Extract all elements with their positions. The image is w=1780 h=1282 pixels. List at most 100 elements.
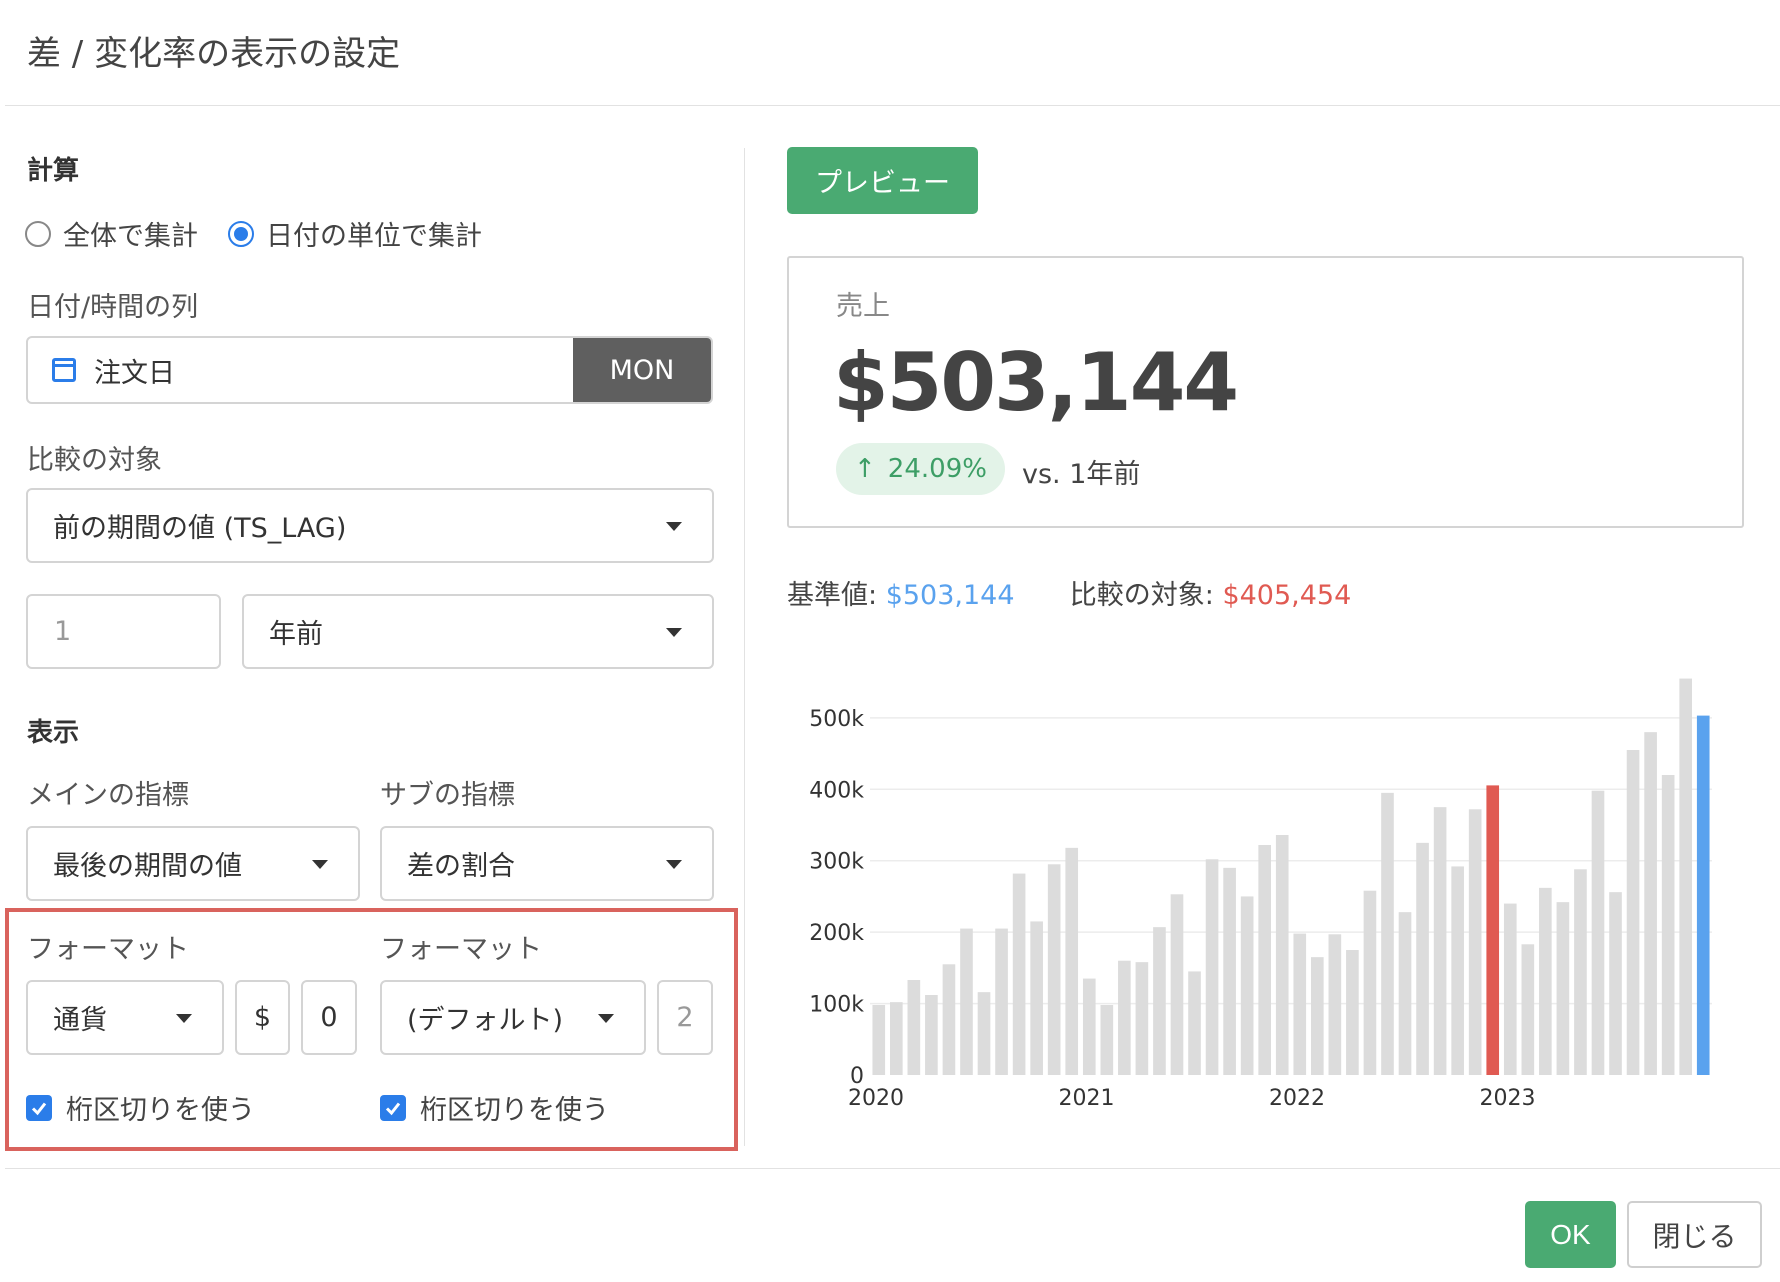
- main-format-label: フォーマット: [27, 934, 189, 965]
- chart-bar: [925, 995, 938, 1075]
- header-divider: [5, 105, 1780, 106]
- change-badge: ↑ 24.09%: [836, 443, 1005, 495]
- chart-bar: [1135, 962, 1149, 1075]
- chart-bar: [1644, 732, 1657, 1075]
- x-tick-label: 2022: [1269, 1086, 1325, 1111]
- main-format-value: 通貨: [53, 1005, 107, 1036]
- chart-bar: [907, 980, 921, 1075]
- chart-bar: [1679, 678, 1693, 1075]
- y-tick-label: 500k: [809, 707, 864, 732]
- sub-metric-value: 差の割合: [407, 851, 515, 882]
- checkbox-checked-icon[interactable]: [26, 1094, 52, 1121]
- date-unit-button[interactable]: MON: [573, 338, 711, 402]
- main-format-select[interactable]: 通貨: [26, 980, 224, 1055]
- compare-summary: 基準値: $503,144 比較の対象: $405,454: [787, 573, 1351, 612]
- sub-decimals-input[interactable]: 2: [657, 980, 713, 1055]
- radio-on-icon[interactable]: [228, 220, 254, 247]
- chart-bar: [1433, 807, 1447, 1075]
- main-metric-select[interactable]: 最後の期間の値: [26, 826, 360, 901]
- chevron-down-icon: [666, 627, 682, 637]
- main-metric-value: 最後の期間の値: [53, 851, 242, 882]
- chart-bar: [1310, 957, 1324, 1075]
- chart-bar: [1696, 715, 1710, 1075]
- lag-input[interactable]: 1: [26, 594, 221, 669]
- chart-bar: [1012, 873, 1026, 1075]
- y-tick-label: 300k: [809, 850, 864, 875]
- chart-bar: [1082, 978, 1096, 1075]
- footer-divider: [5, 1168, 1780, 1169]
- ok-button[interactable]: OK: [1525, 1201, 1616, 1268]
- kpi-card: 売上 $503,144 ↑ 24.09% vs. 1年前: [787, 256, 1744, 528]
- checkbox-checked-icon[interactable]: [380, 1094, 406, 1121]
- chart-bar: [872, 1005, 886, 1075]
- sub-format-label: フォーマット: [380, 934, 542, 965]
- y-tick-label: 100k: [809, 993, 864, 1018]
- preview-button[interactable]: プレビュー: [787, 147, 978, 214]
- x-tick-label: 2020: [848, 1086, 904, 1111]
- date-column-label: 日付/時間の列: [27, 292, 199, 323]
- chart-bar: [1188, 971, 1201, 1075]
- chart-bar: [1521, 944, 1535, 1075]
- chart-bar: [1258, 845, 1272, 1075]
- compare-select-value: 前の期間の値 (TS_LAG): [53, 513, 347, 544]
- dialog-title: 差 / 変化率の表示の設定: [27, 34, 401, 74]
- compare-select[interactable]: 前の期間の値 (TS_LAG): [26, 488, 714, 563]
- radio-aggregate-all[interactable]: 全体で集計: [25, 214, 198, 253]
- currency-symbol-value: $: [253, 1002, 272, 1033]
- sales-bar-chart: 0100k200k300k400k500k2020 2021 2022 2023: [809, 678, 1712, 1111]
- date-column-value: 注文日: [94, 357, 175, 389]
- y-tick-label: 200k: [809, 921, 864, 946]
- chart-bar: [1591, 790, 1605, 1075]
- chart-bar: [1153, 927, 1166, 1075]
- chart-bar: [1328, 934, 1342, 1075]
- sub-separator-label: 桁区切りを使う: [420, 1095, 609, 1126]
- chevron-down-icon: [312, 859, 328, 869]
- chart-bar: [1100, 1005, 1114, 1075]
- chart-bar: [1539, 887, 1552, 1075]
- chart-bar: [1574, 869, 1587, 1075]
- calendar-icon: [52, 358, 76, 382]
- calc-section-title: 計算: [27, 156, 80, 186]
- sub-separator-checkbox-row[interactable]: 桁区切りを使う: [380, 1088, 609, 1127]
- close-button[interactable]: 閉じる: [1627, 1201, 1762, 1268]
- main-currency-symbol-input[interactable]: $: [235, 980, 290, 1055]
- chart-bar: [1118, 960, 1131, 1075]
- sub-metric-select[interactable]: 差の割合: [380, 826, 714, 901]
- chevron-down-icon: [176, 1013, 192, 1023]
- main-decimals-input[interactable]: 0: [301, 980, 357, 1055]
- chart-bar: [1170, 894, 1184, 1075]
- chart-bar: [1486, 785, 1500, 1075]
- chart-bar: [960, 928, 973, 1075]
- chart-bar: [1381, 792, 1394, 1075]
- radio-off-icon[interactable]: [25, 220, 51, 247]
- main-decimals-value: 0: [320, 1002, 338, 1033]
- sub-format-select[interactable]: (デフォルト): [380, 980, 646, 1055]
- arrow-up-icon: ↑: [854, 454, 876, 484]
- chart-bar: [1468, 809, 1482, 1075]
- chart-bar: [1047, 864, 1061, 1075]
- radio-aggregate-by-date[interactable]: 日付の単位で集計: [228, 214, 482, 253]
- display-section-title: 表示: [27, 718, 80, 748]
- sub-format-value: (デフォルト): [407, 1005, 564, 1036]
- chart-bar: [1556, 902, 1570, 1075]
- date-column-field[interactable]: 注文日 MON: [26, 336, 713, 404]
- change-suffix: vs. 1年前: [1022, 459, 1141, 490]
- chart-bar: [889, 1002, 903, 1075]
- chart-bar: [1346, 950, 1359, 1075]
- chart-bar: [1416, 842, 1429, 1075]
- chart-bar: [1030, 921, 1043, 1075]
- chart-bar: [1223, 867, 1236, 1075]
- chart-bar: [977, 992, 991, 1075]
- main-separator-label: 桁区切りを使う: [66, 1095, 255, 1126]
- target-value: $405,454: [1222, 580, 1352, 611]
- radio-aggregate-by-date-label: 日付の単位で集計: [266, 221, 482, 252]
- sub-metric-label: サブの指標: [380, 780, 515, 811]
- base-value: $503,144: [885, 580, 1015, 611]
- chart-bar: [1451, 866, 1464, 1075]
- chart-bar: [1626, 750, 1640, 1075]
- kpi-value: $503,144: [833, 336, 1239, 429]
- base-label: 基準値:: [787, 580, 878, 611]
- lag-unit-select[interactable]: 年前: [242, 594, 714, 669]
- main-separator-checkbox-row[interactable]: 桁区切りを使う: [26, 1088, 255, 1127]
- y-tick-label: 400k: [809, 778, 864, 803]
